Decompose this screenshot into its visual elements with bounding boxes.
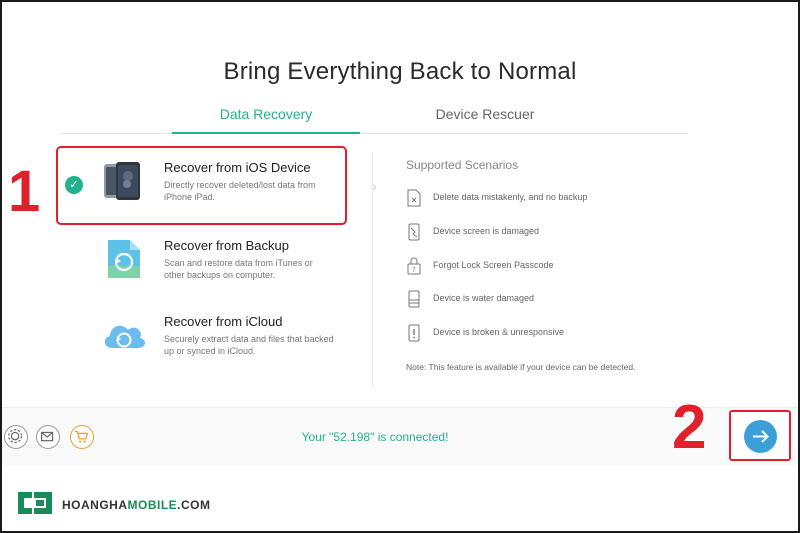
option-recover-backup[interactable]: Recover from Backup Scan and restore dat… (60, 228, 345, 302)
step-1-highlight-box (56, 146, 347, 225)
brand-logo-icon (18, 492, 52, 514)
next-button[interactable] (744, 420, 777, 453)
tab-device-rescuer[interactable]: Device Rescuer (390, 106, 580, 134)
brand-name: HOANGHAMOBILE.COM (62, 498, 211, 512)
page-title: Bring Everything Back to Normal (223, 58, 577, 85)
option-description: Securely extract data and files that bac… (164, 334, 334, 356)
scenarios-title: Supported Scenarios (406, 158, 519, 172)
option-title: Recover from iCloud (164, 314, 283, 329)
delete-file-icon (407, 189, 421, 207)
step-2-label: 2 (672, 393, 707, 462)
arrow-right-icon (753, 430, 769, 443)
backup-file-icon (108, 240, 140, 278)
step-1-label: 1 (8, 159, 41, 224)
svg-text:?: ? (412, 266, 416, 274)
tab-data-recovery[interactable]: Data Recovery (172, 106, 360, 134)
chevron-right-icon: › (372, 178, 377, 194)
tab-bar: Data Recovery Device Rescuer (60, 100, 688, 134)
option-title: Recover from Backup (164, 238, 289, 253)
option-recover-icloud[interactable]: Recover from iCloud Securely extract dat… (60, 304, 345, 378)
passcode-icon: ? (407, 257, 421, 275)
connection-status: Your "52.198" is connected! (301, 430, 449, 444)
scenarios-note: Note: This feature is available if your … (406, 362, 636, 372)
water-damage-icon (408, 290, 420, 308)
icloud-icon (104, 325, 146, 348)
unresponsive-icon (408, 324, 420, 342)
option-description: Scan and restore data from iTunes or oth… (164, 258, 313, 280)
broken-screen-icon (408, 223, 420, 241)
